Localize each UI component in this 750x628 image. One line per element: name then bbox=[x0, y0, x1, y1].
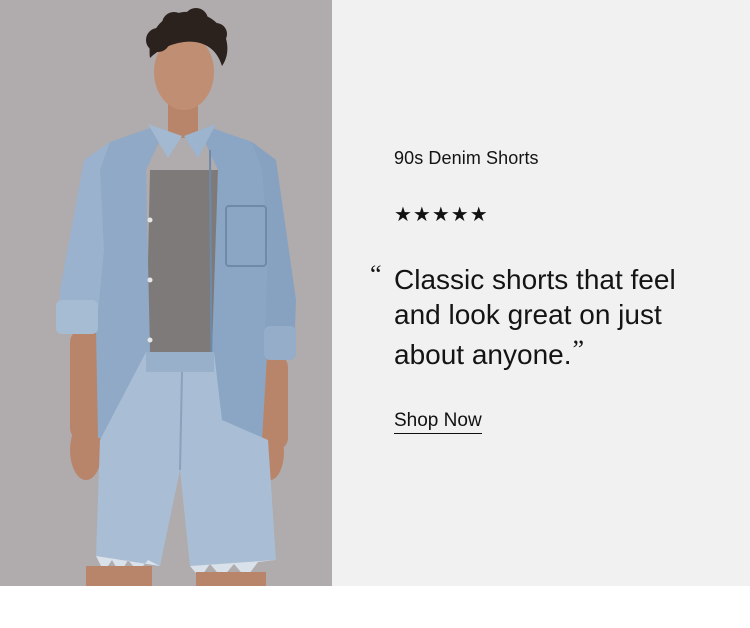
model-photo[interactable] bbox=[0, 0, 332, 586]
open-quote-mark: “ bbox=[370, 260, 382, 289]
promo-banner: 90s Denim Shorts ★★★★★ “ Classic shorts … bbox=[0, 0, 750, 586]
star-rating: ★★★★★ bbox=[394, 202, 489, 226]
shop-now-link[interactable]: Shop Now bbox=[394, 410, 482, 434]
page-footer-space bbox=[0, 586, 750, 628]
review-text: Classic shorts that feel and look great … bbox=[394, 264, 676, 370]
product-name: 90s Denim Shorts bbox=[394, 148, 539, 168]
stars-icon: ★★★★★ bbox=[394, 202, 489, 226]
review-panel: 90s Denim Shorts ★★★★★ “ Classic shorts … bbox=[332, 0, 750, 586]
model-photo-illustration bbox=[0, 0, 332, 586]
close-quote-mark: ” bbox=[572, 335, 585, 364]
review-quote: “ Classic shorts that feel and look grea… bbox=[370, 262, 730, 372]
review-text-block: Classic shorts that feel and look great … bbox=[394, 262, 730, 372]
